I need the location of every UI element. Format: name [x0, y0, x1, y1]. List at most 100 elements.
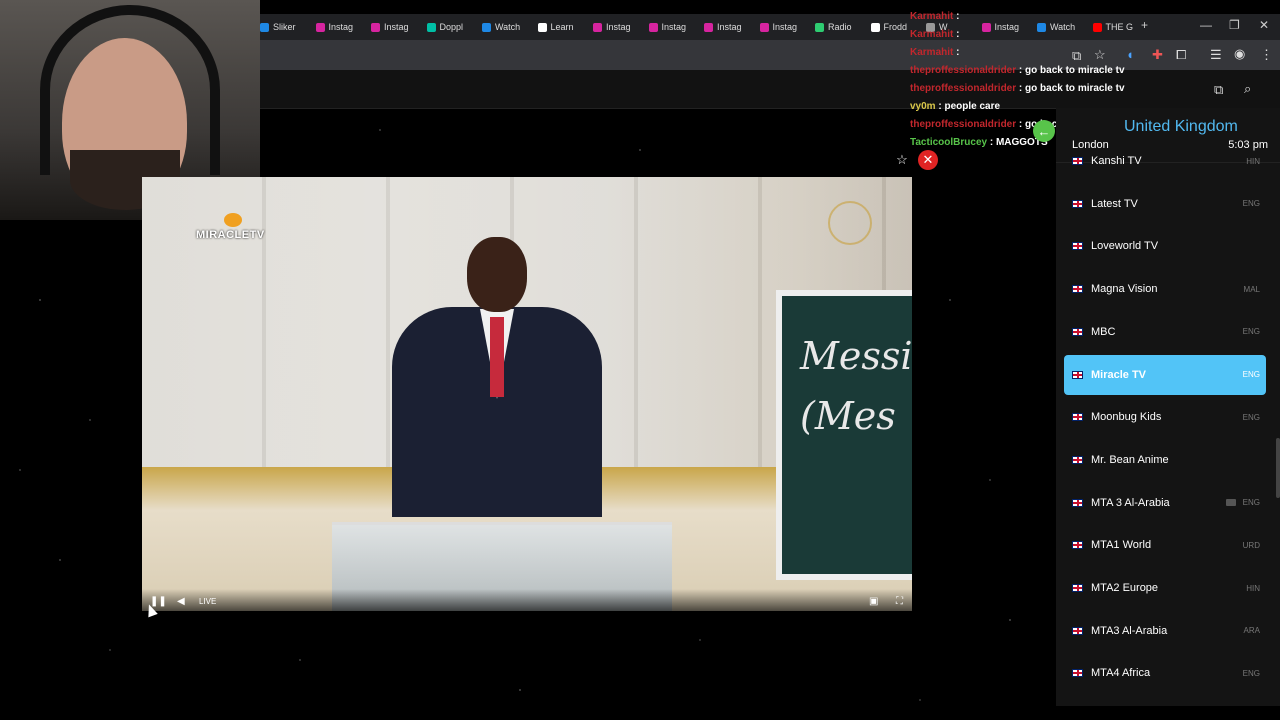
browser-tab[interactable]: Radio: [815, 18, 852, 36]
channel-language: ENG: [1242, 327, 1260, 337]
browser-tab[interactable]: Instag: [371, 18, 409, 36]
tab-label: Learn: [550, 22, 574, 32]
chat-text: :: [956, 29, 960, 40]
menu-kebab-icon[interactable]: ⋮: [1260, 47, 1273, 63]
channel-name: Miracle TV: [1091, 368, 1147, 381]
reading-list-icon[interactable]: ☰: [1210, 47, 1222, 63]
video-player[interactable]: Messi (Mes MIRACLETV ❚❚ ◀ LIVE ▣ ⛶: [142, 177, 912, 611]
channel-language: URD: [1242, 540, 1260, 550]
tab-label: Watch: [495, 22, 521, 32]
tab-label: Instag: [661, 22, 687, 32]
chat-message: Karmahit :: [910, 8, 1130, 26]
channel-item[interactable]: MTA4 Africa ENG: [1064, 653, 1266, 693]
channel-name: MBC: [1091, 325, 1116, 338]
channel-language: ENG: [1242, 498, 1260, 508]
browser-tab[interactable]: Learn: [537, 18, 574, 36]
channel-language: ENG: [1242, 199, 1260, 209]
channel-language: MAL: [1243, 284, 1260, 294]
channel-item[interactable]: Moonbug Kids ENG: [1064, 397, 1266, 437]
uk-flag-icon: [1072, 669, 1083, 678]
chat-username[interactable]: theproffessionaldrider: [910, 65, 1016, 76]
tab-favicon-icon: [537, 22, 547, 32]
browser-tab[interactable]: Instag: [315, 18, 354, 36]
chat-text: :: [956, 11, 960, 22]
new-tab-button[interactable]: +: [1141, 18, 1148, 32]
tab-label: Instag: [328, 22, 354, 32]
chat-username[interactable]: TacticoolBrucey: [910, 137, 987, 148]
channel-item[interactable]: MBC ENG: [1064, 312, 1266, 352]
channel-name: MTA2 Europe: [1091, 582, 1159, 594]
uk-flag-icon: [1072, 626, 1083, 635]
restore-button[interactable]: ❐: [1229, 18, 1240, 32]
tab-favicon-icon: [482, 22, 491, 32]
tab-favicon-icon: [704, 22, 713, 32]
channel-item[interactable]: MTA 3 Al-Arabia ENG: [1064, 483, 1266, 523]
board-text: Messi: [800, 334, 912, 378]
channel-item[interactable]: Kanshi TV HIN: [1064, 141, 1266, 181]
minimize-button[interactable]: —: [1200, 18, 1212, 32]
browser-tab[interactable]: Frodd: [870, 18, 907, 36]
channel-item[interactable]: Magna Vision MAL: [1064, 269, 1266, 309]
close-player-button[interactable]: ✕: [918, 150, 938, 170]
chat-message: theproffessionaldrider : go back to mira…: [910, 80, 1130, 98]
live-indicator: LIVE: [199, 597, 217, 606]
tab-favicon-icon: [426, 22, 436, 32]
player-controls: ❚❚ ◀ LIVE ▣ ⛶: [142, 589, 912, 611]
chat-username[interactable]: Karmahit: [910, 11, 953, 22]
channel-item[interactable]: Mr. Bean Anime: [1064, 440, 1266, 480]
search-icon[interactable]: ⌕: [1244, 81, 1251, 97]
cast-icon[interactable]: ⧉: [1214, 82, 1223, 98]
volume-icon[interactable]: ◀: [177, 596, 185, 607]
tab-label: Instag: [717, 22, 742, 32]
channel-logo: MIRACLETV: [196, 213, 265, 241]
chat-text: : people care: [938, 101, 1001, 112]
browser-tab[interactable]: Doppl: [426, 18, 463, 36]
channel-item[interactable]: MTA1 World URD: [1064, 525, 1266, 565]
chat-message: theproffessionaldrider : go back to mira…: [910, 62, 1130, 80]
channel-item[interactable]: Loveworld TV: [1064, 226, 1266, 266]
back-arrow-icon[interactable]: ←: [1033, 120, 1055, 142]
profile-avatar[interactable]: ◉: [1234, 46, 1245, 62]
chat-username[interactable]: theproffessionaldrider: [910, 119, 1016, 130]
channel-name: Magna Vision: [1091, 283, 1158, 296]
chat-username[interactable]: theproffessionaldrider: [910, 83, 1016, 94]
browser-tab[interactable]: Instag: [759, 18, 797, 36]
browser-tab[interactable]: Sliker: [260, 18, 296, 36]
uk-flag-icon: [1072, 498, 1083, 507]
browser-tab[interactable]: Watch: [482, 18, 520, 36]
channel-name: Latest TV: [1091, 197, 1138, 210]
chat-username[interactable]: vy0m: [910, 101, 936, 112]
browser-tab[interactable]: Instag: [704, 18, 742, 36]
channel-language: ENG: [1242, 370, 1260, 379]
chat-message: Karmahit :: [910, 44, 1130, 62]
country-title: United Kingdom: [1124, 118, 1238, 135]
chat-text: : go back to miracle tv: [1018, 83, 1125, 94]
channel-item[interactable]: Latest TV ENG: [1064, 184, 1266, 224]
channel-language: ENG: [1242, 668, 1260, 678]
tab-favicon-icon: [759, 22, 769, 32]
browser-tab[interactable]: Instag: [648, 18, 687, 36]
chat-username[interactable]: Karmahit: [910, 47, 953, 58]
channel-item[interactable]: MTA2 Europe HIN: [1064, 568, 1266, 608]
browser-tab[interactable]: Instag: [593, 18, 631, 36]
channel-item[interactable]: MTA3 Al-Arabia ARA: [1064, 611, 1266, 651]
uk-flag-icon: [1072, 285, 1083, 294]
chat-username[interactable]: Karmahit: [910, 29, 953, 40]
uk-flag-icon: [1072, 584, 1083, 592]
close-window-button[interactable]: ✕: [1259, 18, 1269, 32]
board-text: (Mes: [800, 394, 896, 438]
scrollbar[interactable]: [1276, 438, 1280, 498]
extensions-puzzle-icon[interactable]: ⧠: [1176, 47, 1186, 63]
tab-favicon-icon: [371, 22, 380, 32]
channel-name: Loveworld TV: [1091, 240, 1159, 253]
channel-name: MTA1 World: [1091, 539, 1152, 552]
extension-icon[interactable]: ✚: [1152, 47, 1163, 63]
tab-label: Instag: [606, 22, 631, 32]
tab-favicon-icon: [815, 22, 824, 32]
favorite-star-icon[interactable]: ☆: [892, 150, 912, 170]
picture-in-picture-icon[interactable]: ▣: [869, 596, 878, 607]
channel-item[interactable]: Miracle TV ENG: [1064, 354, 1266, 395]
uk-flag-icon: [1072, 455, 1083, 464]
chat-text: : go back to miracle tv: [1018, 65, 1125, 76]
fullscreen-icon[interactable]: ⛶: [896, 596, 903, 607]
